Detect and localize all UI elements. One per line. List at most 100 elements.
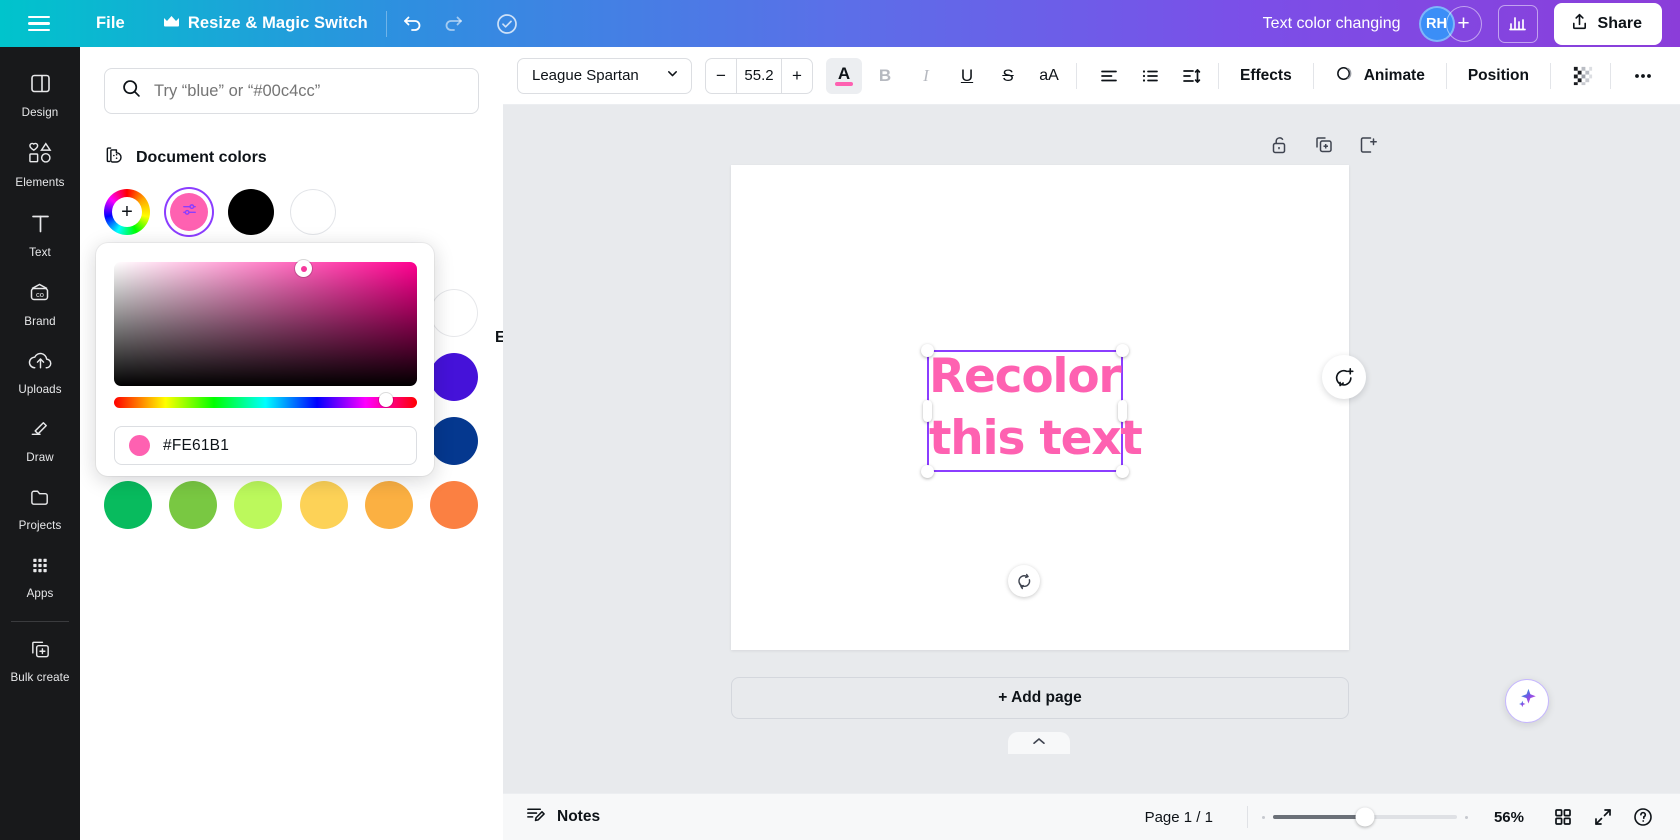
undo-arrow-icon[interactable] [393,4,433,44]
font-size-stepper: − 55.2 + [705,58,813,94]
solid-swatch[interactable] [300,481,348,529]
effects-button[interactable]: Effects [1228,59,1304,93]
hex-color-preview [129,435,150,456]
sidebar-item-elements[interactable]: Elements [4,131,76,197]
sidebar-item-text[interactable]: Text [4,201,76,267]
insights-button[interactable] [1498,5,1538,43]
edit-link[interactable]: Edit [495,329,503,347]
add-color-swatch[interactable]: + [104,189,150,235]
zoom-max-dot [1465,816,1468,819]
file-menu-button[interactable]: File [84,7,137,40]
more-dots-icon[interactable] [1625,58,1661,94]
top-bar: File Resize & Magic Switch Text color [0,0,1680,47]
canvas-area[interactable]: Recolor this text [503,105,1680,840]
hex-input-field[interactable]: #FE61B1 [114,426,417,465]
invite-people-button[interactable]: + [1446,6,1482,42]
add-page-button[interactable]: + Add page [731,677,1349,719]
bullet-list-icon[interactable] [1132,58,1168,94]
file-menu-label: File [96,14,125,33]
resize-handle-top-right[interactable] [1116,344,1129,357]
font-size-input[interactable]: 55.2 [736,59,782,93]
upload-cloud-icon [27,350,54,378]
solid-swatch[interactable] [430,481,478,529]
sidebar-item-draw[interactable]: Draw [4,408,76,472]
share-button[interactable]: Share [1554,3,1662,45]
solid-swatch[interactable] [430,353,478,401]
zoom-slider-handle[interactable] [1355,808,1374,827]
zoom-slider[interactable] [1273,815,1457,819]
search-input[interactable] [154,82,444,101]
sidebar-item-uploads[interactable]: Uploads [4,340,76,404]
align-left-icon[interactable] [1091,58,1127,94]
grid-view-icon[interactable] [1546,800,1580,834]
color-search-field[interactable] [104,68,479,114]
solid-swatch[interactable] [104,481,152,529]
hue-slider-handle[interactable] [379,393,393,407]
document-colors-row: + [104,189,503,235]
white-swatch[interactable] [290,189,336,235]
notes-button[interactable]: Notes [525,804,600,830]
letter-case-button[interactable]: aA [1031,58,1067,94]
solid-swatch[interactable] [430,417,478,465]
resize-handle-right[interactable] [1118,400,1127,422]
bold-button[interactable]: B [867,58,903,94]
document-palette-icon [104,145,125,171]
hex-value[interactable]: #FE61B1 [163,437,229,455]
collapse-panel-tab[interactable] [1008,732,1070,754]
line-spacing-icon[interactable] [1173,58,1209,94]
underline-button[interactable]: U [949,58,985,94]
solid-swatch[interactable] [234,481,282,529]
italic-button[interactable]: I [908,58,944,94]
add-page-icon[interactable] [1357,134,1379,161]
sidebar-item-apps[interactable]: Apps [4,544,76,608]
duplicate-icon[interactable] [1313,134,1335,161]
sidebar-item-design[interactable]: Design [4,61,76,127]
solid-swatch[interactable] [430,289,478,337]
hue-slider[interactable] [114,397,417,408]
hamburger-icon[interactable] [28,16,50,32]
current-color-swatch[interactable] [166,189,212,235]
text-color-letter: A [838,66,850,81]
black-swatch[interactable] [228,189,274,235]
document-title[interactable]: Text color changing [1263,15,1401,33]
resize-handle-bottom-left[interactable] [921,465,934,478]
color-picker-popup: #FE61B1 [96,243,434,476]
resize-handle-bottom-right[interactable] [1116,465,1129,478]
help-question-icon[interactable] [1626,800,1660,834]
lock-icon[interactable] [1269,134,1291,161]
position-button[interactable]: Position [1456,59,1541,93]
plus-icon: + [121,203,133,221]
redo-arrow-icon[interactable] [433,4,473,44]
magic-studio-button[interactable] [1505,679,1549,723]
resize-magic-switch-button[interactable]: Resize & Magic Switch [151,7,380,40]
strikethrough-button[interactable]: S [990,58,1026,94]
add-comment-button[interactable] [1322,355,1366,399]
rotate-handle[interactable] [1008,565,1040,597]
expand-icon[interactable] [1586,800,1620,834]
resize-handle-left[interactable] [923,400,932,422]
saturation-value-area[interactable] [114,262,417,386]
saturation-value-handle[interactable] [295,260,312,277]
text-t-icon [29,211,52,241]
text-element[interactable]: Recolor this text [929,346,1129,469]
font-size-increase[interactable]: + [782,59,812,93]
toolbar-divider [1446,63,1447,89]
animate-button[interactable]: Animate [1323,55,1437,97]
sidebar-item-bulk-create[interactable]: Bulk create [4,628,76,692]
design-page[interactable]: Recolor this text [731,165,1349,650]
resize-handle-top-left[interactable] [921,344,934,357]
solid-swatch[interactable] [169,481,217,529]
text-element-selection[interactable]: Recolor this text [927,350,1123,472]
sidebar-item-projects[interactable]: Projects [4,476,76,540]
checkerboard-icon[interactable] [1565,58,1601,94]
animate-label: Animate [1364,67,1425,85]
text-color-button[interactable]: A [826,58,862,94]
zoom-percent[interactable]: 56% [1494,809,1524,826]
solid-swatch[interactable] [365,481,413,529]
cloud-check-icon[interactable] [487,4,527,44]
font-family-select[interactable]: League Spartan [517,58,692,94]
font-size-decrease[interactable]: − [706,59,736,93]
sidebar-item-brand[interactable]: co Brand [4,271,76,336]
document-colors-title: Document colors [136,149,267,167]
rail-divider [11,621,69,622]
